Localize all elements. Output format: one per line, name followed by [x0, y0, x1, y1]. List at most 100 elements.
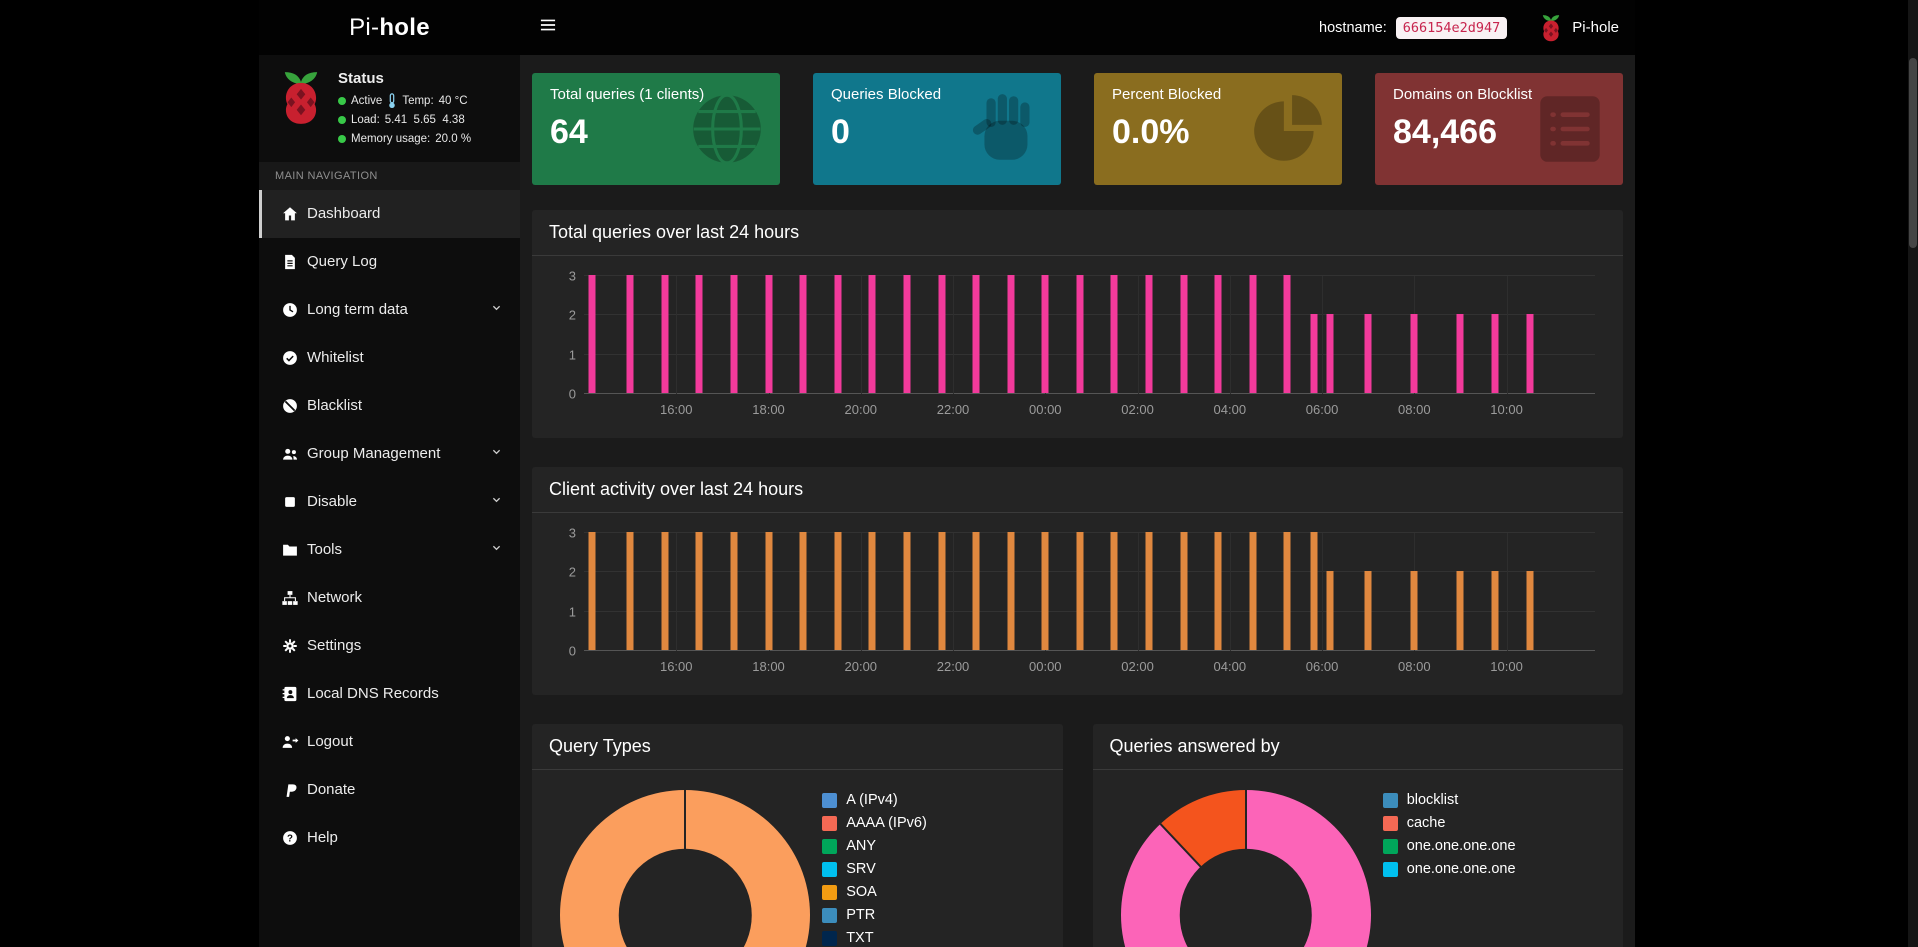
- chart-bar: [627, 532, 634, 650]
- scrollbar-thumb[interactable]: [1909, 58, 1917, 248]
- donut-hole: [619, 849, 752, 947]
- status-active-label: Active: [351, 92, 382, 111]
- list-icon: [1529, 87, 1611, 171]
- raspberry-icon: [1539, 14, 1563, 42]
- query-types-chart[interactable]: A (IPv4)AAAA (IPv6)ANYSRVSOAPTRTXTNAPTR: [532, 770, 1063, 947]
- legend-label: cache: [1407, 815, 1446, 831]
- memory-label: Memory usage:: [351, 130, 430, 149]
- total-queries-chart[interactable]: 012316:0018:0020:0022:0000:0002:0004:000…: [532, 256, 1623, 438]
- legend-item-txt[interactable]: TXT: [822, 930, 1046, 946]
- legend-label: blocklist: [1407, 792, 1459, 808]
- sidebar-item-label: Network: [307, 589, 520, 606]
- chart-bar: [1180, 532, 1187, 650]
- stat-card-percent-blocked[interactable]: Percent Blocked0.0%: [1094, 73, 1342, 185]
- page-scrollbar[interactable]: [1908, 0, 1918, 947]
- sidebar-item-label: Local DNS Records: [307, 685, 520, 702]
- chart-bar: [1180, 275, 1187, 393]
- x-axis-tick: 04:00: [1214, 402, 1247, 417]
- sidebar-item-blacklist[interactable]: Blacklist: [259, 382, 520, 430]
- legend-item-soa[interactable]: SOA: [822, 884, 1046, 900]
- legend-item-one-one-one-one[interactable]: one.one.one.one: [1383, 838, 1607, 854]
- legend-item-any[interactable]: ANY: [822, 838, 1046, 854]
- load-label: Load:: [351, 111, 380, 130]
- chart-bar: [1007, 532, 1014, 650]
- legend-item-ptr[interactable]: PTR: [822, 907, 1046, 923]
- legend-item-aaaa-ipv6[interactable]: AAAA (IPv6): [822, 815, 1046, 831]
- pie-icon: [1248, 87, 1330, 171]
- chart-bar: [800, 275, 807, 393]
- panel-title: Total queries over last 24 hours: [532, 210, 1623, 256]
- chart-bar: [765, 275, 772, 393]
- thermometer-icon: [387, 93, 397, 109]
- chevron-down-icon: [489, 300, 504, 319]
- chart-bar: [1146, 532, 1153, 650]
- x-axis-tick: 20:00: [844, 659, 877, 674]
- chart-bar: [1311, 314, 1318, 393]
- sidebar-item-group-management[interactable]: Group Management: [259, 430, 520, 478]
- sidebar-item-disable[interactable]: Disable: [259, 478, 520, 526]
- chart-bar: [730, 275, 737, 393]
- stat-card-domains-on-blocklist[interactable]: Domains on Blocklist84,466: [1375, 73, 1623, 185]
- x-axis-tick: 06:00: [1306, 659, 1339, 674]
- chart-bar: [1076, 532, 1083, 650]
- topbar-right: hostname: 666154e2d947 Pi-hole: [1319, 0, 1635, 55]
- sidebar-item-label: Query Log: [307, 253, 520, 270]
- chart-bar: [661, 532, 668, 650]
- chart-bar: [1111, 275, 1118, 393]
- legend-label: SOA: [846, 884, 877, 900]
- sidebar-item-label: Help: [307, 829, 520, 846]
- client-activity-chart[interactable]: 012316:0018:0020:0022:0000:0002:0004:000…: [532, 513, 1623, 695]
- stat-card-queries-blocked[interactable]: Queries Blocked0: [813, 73, 1061, 185]
- sidebar-item-logout[interactable]: Logout: [259, 718, 520, 766]
- sidebar-item-local-dns-records[interactable]: Local DNS Records: [259, 670, 520, 718]
- chart-bar: [588, 275, 595, 393]
- legend-swatch-icon: [822, 931, 837, 946]
- sidebar-toggle-button[interactable]: [520, 0, 576, 55]
- chart-bar: [627, 275, 634, 393]
- legend-item-a-ipv4[interactable]: A (IPv4): [822, 792, 1046, 808]
- legend-item-srv[interactable]: SRV: [822, 861, 1046, 877]
- sidebar-item-whitelist[interactable]: Whitelist: [259, 334, 520, 382]
- donut-chart: [560, 790, 810, 947]
- chart-bar: [1457, 571, 1464, 650]
- svg-text:?: ?: [287, 833, 293, 844]
- legend-swatch-icon: [1383, 816, 1398, 831]
- globe-icon: [686, 87, 768, 171]
- queries-answered-by-chart[interactable]: blocklist cache one.one.one.one one.one.one…: [1093, 770, 1624, 947]
- sidebar-item-network[interactable]: Network: [259, 574, 520, 622]
- sidebar-item-query-log[interactable]: Query Log: [259, 238, 520, 286]
- legend-item-one-one-one-one[interactable]: one.one.one.one: [1383, 861, 1607, 877]
- sidebar-item-settings[interactable]: Settings: [259, 622, 520, 670]
- legend-label: one.one.one.one: [1407, 838, 1516, 854]
- legend-label: TXT: [846, 930, 873, 946]
- logout-icon: [281, 733, 307, 751]
- legend-item-cache[interactable]: cache: [1383, 815, 1607, 831]
- sidebar-item-dashboard[interactable]: Dashboard: [259, 190, 520, 238]
- y-axis-tick: 1: [554, 347, 576, 362]
- sidebar-item-tools[interactable]: Tools: [259, 526, 520, 574]
- brand-logo[interactable]: Pi-hole: [259, 0, 520, 55]
- raspberry-logo-icon: [277, 70, 325, 149]
- x-axis-tick: 04:00: [1214, 659, 1247, 674]
- load-value: 5.41 5.65 4.38: [385, 111, 465, 130]
- sidebar-item-label: Whitelist: [307, 349, 520, 366]
- topbar-app-name[interactable]: Pi-hole: [1572, 19, 1619, 36]
- sidebar-item-long-term-data[interactable]: Long term data: [259, 286, 520, 334]
- chart-bar: [1007, 275, 1014, 393]
- legend-swatch-icon: [1383, 839, 1398, 854]
- donut-chart: [1121, 790, 1371, 947]
- legend-item-blocklist[interactable]: blocklist: [1383, 792, 1607, 808]
- chart-bar: [1111, 532, 1118, 650]
- stat-card-total-queries-1-clients[interactable]: Total queries (1 clients)64: [532, 73, 780, 185]
- status-title: Status: [338, 70, 471, 87]
- x-axis-tick: 00:00: [1029, 659, 1062, 674]
- panel-title: Query Types: [532, 724, 1063, 770]
- chart-bar: [973, 532, 980, 650]
- x-axis-tick: 18:00: [752, 659, 785, 674]
- sidebar: Status Active Temp: 40 °C Load: 5.41 5.6…: [259, 55, 520, 947]
- sidebar-item-donate[interactable]: Donate: [259, 766, 520, 814]
- sidebar-item-help[interactable]: ? Help: [259, 814, 520, 862]
- x-axis-tick: 02:00: [1121, 402, 1154, 417]
- chart-bar: [765, 532, 772, 650]
- legend-swatch-icon: [822, 839, 837, 854]
